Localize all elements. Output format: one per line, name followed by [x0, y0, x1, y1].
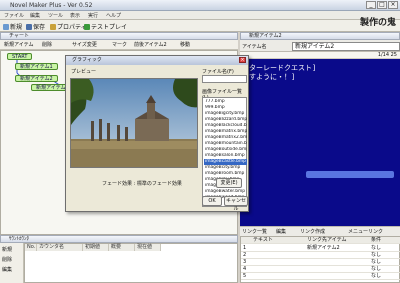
counter-panel-title: ｻｳﾝﾄｶｳﾝﾀ: [0, 235, 238, 243]
counter-delete-button[interactable]: 削除: [2, 256, 12, 263]
item-name-field[interactable]: 新規アイテム2: [292, 42, 400, 51]
menu-run[interactable]: 実行: [88, 12, 98, 19]
main-toolbar: 新規 保存 プロパティ テストプレイ: [0, 20, 400, 32]
editor-status: 1/14 25: [240, 52, 400, 59]
table-row[interactable]: 3 なし: [241, 259, 400, 266]
new-button[interactable]: 新規: [3, 22, 22, 31]
menu-tools[interactable]: ツール: [48, 12, 63, 19]
counter-new-button[interactable]: 新規: [2, 246, 12, 253]
link-tabs: リンク一覧 編集 リンク作成 メニューリンク: [240, 226, 400, 236]
new-icon: [3, 24, 9, 30]
chart-node-item1[interactable]: 新規アイテム1: [15, 63, 58, 70]
dialog-title: グラフィック: [66, 56, 248, 65]
col-current: 現在値: [135, 244, 161, 251]
tab-link-create[interactable]: リンク作成: [300, 228, 325, 235]
menu-edit[interactable]: 編集: [30, 12, 40, 19]
editor-highlight: [306, 171, 394, 178]
save-button[interactable]: 保存: [26, 22, 45, 31]
col-summary: 概要: [109, 244, 135, 251]
close-icon[interactable]: ×: [388, 1, 398, 9]
mark-button[interactable]: マーク: [112, 41, 127, 48]
table-row[interactable]: 1 新規アイテム2 なし: [241, 245, 400, 252]
filename-input[interactable]: [202, 75, 247, 83]
preview-label: プレビュー: [71, 69, 97, 75]
filename-label: ファイル名(F): [202, 69, 234, 75]
property-button[interactable]: プロパティ: [50, 22, 87, 31]
chart-toolbar: 新規アイテム 削除 サイズ変更 マーク 前後アイテム2 移動: [0, 40, 238, 50]
resize-button[interactable]: サイズ変更: [72, 41, 97, 48]
item-name-label: アイテム名: [242, 44, 267, 50]
menu-view[interactable]: 表示: [70, 12, 80, 19]
maximize-icon[interactable]: □: [377, 1, 387, 9]
property-icon: [50, 24, 56, 30]
move-button[interactable]: 移動: [180, 41, 190, 48]
window-title-bar: Novel Maker Plus - Ver 0.52 _ □ ×: [0, 0, 400, 11]
col-text: テキスト: [253, 237, 273, 243]
table-row[interactable]: 4 なし: [241, 266, 400, 273]
file-list[interactable]: 777.bmp 999.bmp imageBigcity.bmp imageBl…: [202, 97, 247, 207]
col-link-target: リンク先アイテム: [307, 237, 347, 243]
menu-bar: ファイル 編集 ツール 表示 実行 ヘルプ: [0, 11, 400, 20]
fade-effect-text: フェード効果 : 標準のフェード効果: [102, 181, 182, 187]
counter-toolbar: 新規 削除 編集: [0, 243, 24, 283]
new-item-button[interactable]: 新規アイテム: [4, 41, 34, 48]
test-play-button[interactable]: テストプレイ: [84, 22, 127, 31]
castle-scene: [71, 79, 197, 167]
editor-line-2: ますように・！]: [242, 73, 296, 81]
col-condition: 条件: [371, 237, 382, 243]
ok-button[interactable]: OK: [202, 196, 222, 206]
change-button[interactable]: 変更(E): [216, 178, 242, 188]
adjacent-item-button[interactable]: 前後アイテム2: [134, 41, 167, 48]
play-icon: [84, 24, 90, 30]
preview-image: [70, 78, 198, 168]
delete-item-button[interactable]: 削除: [42, 41, 52, 48]
link-table[interactable]: テキスト リンク先アイテム 条件 1 新規アイテム2 なし 2 なし 3 なし …: [240, 236, 400, 283]
editor-panel-title: 新規アイテム2: [240, 32, 400, 40]
menu-file[interactable]: ファイル: [4, 12, 24, 19]
link-table-header: テキスト リンク先アイテム 条件: [241, 237, 400, 244]
counter-edit-button[interactable]: 編集: [2, 266, 12, 273]
table-row[interactable]: 5 なし: [241, 273, 400, 280]
cancel-button[interactable]: キャンセル: [224, 196, 248, 212]
save-icon: [26, 24, 32, 30]
minimize-icon[interactable]: _: [366, 1, 376, 9]
tab-menu-link[interactable]: メニューリンク: [348, 228, 383, 235]
window-title: Novel Maker Plus - Ver 0.52: [10, 2, 93, 9]
chart-panel-title: チャート: [0, 32, 238, 40]
table-row[interactable]: 2 なし: [241, 252, 400, 259]
col-counter-name: カウンタ名: [37, 244, 83, 251]
chart-node-start[interactable]: START: [7, 53, 33, 60]
col-no: No.: [25, 244, 37, 251]
chart-node-item2[interactable]: 新規アイテム2: [15, 75, 58, 82]
counter-table[interactable]: No. カウンタ名 初期値 概要 現在値: [24, 243, 238, 283]
app-brand-title: 製作の鬼: [359, 18, 396, 28]
graphic-dialog: グラフィック × プレビュー ファイル名(F) 画像ファイル一覧 777.bmp…: [65, 55, 249, 212]
col-initial: 初期値: [83, 244, 109, 251]
tab-edit[interactable]: 編集: [276, 228, 286, 235]
dialog-close-icon[interactable]: ×: [239, 57, 246, 63]
tab-link-list[interactable]: リンク一覧: [242, 228, 267, 235]
menu-help[interactable]: ヘルプ: [106, 12, 121, 19]
cursor-position: 1/14 25: [377, 52, 397, 58]
script-editor[interactable]: ンターレードクエスト] ますように・！] [ !! 音: [240, 59, 400, 226]
